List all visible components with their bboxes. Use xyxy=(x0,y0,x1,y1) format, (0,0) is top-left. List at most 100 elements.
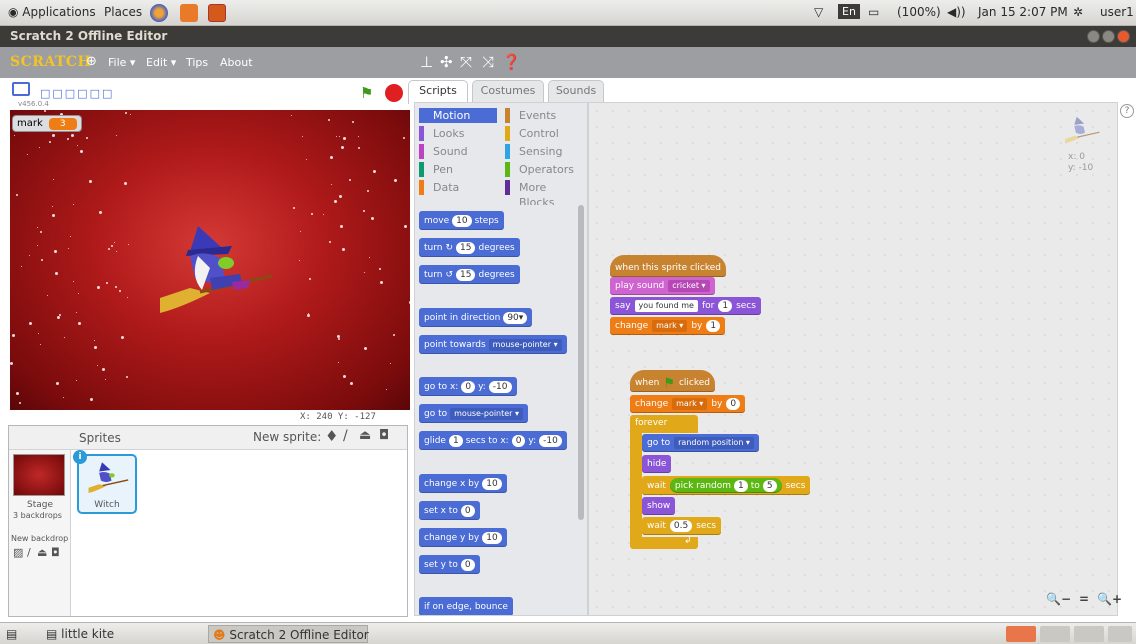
stop-icon[interactable] xyxy=(385,84,403,102)
keyboard-layout-indicator[interactable]: En xyxy=(838,4,860,19)
block-hide[interactable]: hide xyxy=(642,455,672,473)
block-change-variable[interactable]: change mark ▾ by 1 xyxy=(610,317,726,335)
block-input[interactable]: 5 xyxy=(762,479,777,492)
block-wait-random[interactable]: wait pick random 1 to 5 secs xyxy=(642,476,811,495)
close-button[interactable] xyxy=(1117,30,1130,43)
zoom-reset-icon[interactable]: = xyxy=(1079,592,1089,606)
block-point-towards[interactable]: point towards mouse-pointer ▾ xyxy=(419,335,567,354)
workspace-2[interactable] xyxy=(1040,626,1070,642)
block-dropdown[interactable]: mark ▾ xyxy=(652,320,688,332)
stage-thumbnail[interactable] xyxy=(13,454,65,496)
block-set-y[interactable]: set y to 0 xyxy=(419,555,480,574)
category-more-blocks[interactable]: More Blocks xyxy=(505,180,583,209)
block-input[interactable]: -10 xyxy=(488,380,512,393)
category-events[interactable]: Events xyxy=(505,108,583,123)
workspace-4[interactable] xyxy=(1108,626,1132,642)
help-tool-icon[interactable]: ❓ xyxy=(502,53,521,71)
minimize-button[interactable] xyxy=(1087,30,1100,43)
category-operators[interactable]: Operators xyxy=(505,162,583,177)
duplicate-tool-icon[interactable]: ⊥ xyxy=(420,53,433,71)
block-input[interactable]: -10 xyxy=(539,434,562,447)
block-input[interactable]: 10 xyxy=(452,214,472,227)
block-input[interactable]: 15 xyxy=(456,268,476,281)
clock[interactable]: Jan 15 2:07 PM xyxy=(978,5,1068,19)
block-input[interactable]: 0 xyxy=(460,504,475,517)
green-flag-icon[interactable]: ⚑ xyxy=(360,84,373,102)
block-input[interactable]: 0.5 xyxy=(669,520,693,532)
block-dropdown[interactable]: mouse-pointer ▾ xyxy=(488,338,562,351)
block-move-steps[interactable]: move 10 steps xyxy=(419,211,504,230)
palette-scrollbar[interactable] xyxy=(578,205,584,520)
places-menu[interactable]: Places xyxy=(104,5,142,19)
stage-canvas[interactable] xyxy=(10,110,410,410)
block-pick-random[interactable]: pick random 1 to 5 xyxy=(669,478,782,493)
paint-new-sprite-icon[interactable]: / xyxy=(343,428,348,444)
block-dropdown[interactable]: mark ▾ xyxy=(672,398,708,410)
settings-gear-icon[interactable]: ✲ xyxy=(1073,5,1083,19)
witch-sprite[interactable] xyxy=(150,218,280,323)
block-if-on-edge-bounce[interactable]: if on edge, bounce xyxy=(419,597,513,615)
block-input[interactable]: 1 xyxy=(448,434,463,447)
taskbar-item-scratch[interactable]: ☻ Scratch 2 Offline Editor xyxy=(208,625,369,643)
edit-menu[interactable]: Edit ▾ xyxy=(146,56,176,69)
network-icon[interactable]: ▽ xyxy=(814,5,823,19)
block-change-x[interactable]: change x by 10 xyxy=(419,474,507,493)
block-go-to-random[interactable]: go to random position ▾ xyxy=(642,434,759,452)
scratch-launcher-icon[interactable] xyxy=(208,4,226,22)
language-globe-icon[interactable]: ⊕ xyxy=(86,54,97,69)
zoom-in-icon[interactable]: 🔍+ xyxy=(1097,592,1122,606)
workspace-3[interactable] xyxy=(1074,626,1104,642)
taskbar-item-little-kite[interactable]: ▤ little kite xyxy=(42,625,114,643)
block-input[interactable]: 0 xyxy=(460,558,475,571)
category-motion[interactable]: Motion xyxy=(419,108,497,123)
block-dropdown[interactable]: random position ▾ xyxy=(674,437,754,449)
block-go-to-xy[interactable]: go to x: 0 y: -10 xyxy=(419,377,517,396)
block-when-flag-clicked[interactable]: when ⚑ clicked xyxy=(630,370,716,392)
block-input[interactable]: 15 xyxy=(456,241,476,254)
about-menu[interactable]: About xyxy=(220,56,253,69)
block-change-variable[interactable]: change mark ▾ by 0 xyxy=(630,395,746,413)
category-sensing[interactable]: Sensing xyxy=(505,144,583,159)
category-data[interactable]: Data xyxy=(419,180,497,195)
block-input[interactable]: 1 xyxy=(734,479,748,492)
block-go-to[interactable]: go to mouse-pointer ▾ xyxy=(419,404,529,423)
paint-backdrop-icon[interactable]: / xyxy=(27,546,31,559)
file-menu[interactable]: File ▾ xyxy=(108,56,135,69)
block-play-sound[interactable]: play sound cricket ▾ xyxy=(610,277,715,295)
block-show[interactable]: show xyxy=(642,497,676,515)
tab-scripts[interactable]: Scripts xyxy=(408,80,468,104)
battery-icon[interactable]: ▭ xyxy=(868,5,879,19)
block-forever[interactable]: forever xyxy=(630,415,698,433)
firefox-icon[interactable] xyxy=(150,4,168,22)
block-glide[interactable]: glide 1 secs to x: 0 y: -10 xyxy=(419,431,567,450)
upload-sprite-icon[interactable]: ⏏ xyxy=(359,428,371,443)
show-desktop-icon[interactable]: ▤ xyxy=(6,625,24,643)
block-dropdown[interactable]: mouse-pointer ▾ xyxy=(450,407,524,420)
camera-backdrop-icon[interactable]: ◘ xyxy=(51,546,60,559)
user-menu[interactable]: user1 xyxy=(1100,5,1134,19)
block-turn-clockwise[interactable]: turn ↻ 15 degrees xyxy=(419,238,520,257)
delete-tool-icon[interactable]: ✣ xyxy=(440,53,453,71)
presentation-mode-icon[interactable] xyxy=(12,82,30,96)
help-icon[interactable]: ? xyxy=(1120,104,1134,118)
workspace-1[interactable] xyxy=(1006,626,1036,642)
block-input[interactable]: 1 xyxy=(706,320,721,332)
tips-menu[interactable]: Tips xyxy=(186,56,208,69)
project-title-field[interactable]: □□□□□□ xyxy=(40,87,114,100)
block-input[interactable]: 0 xyxy=(726,398,741,410)
block-input[interactable]: 1 xyxy=(718,300,733,312)
category-pen[interactable]: Pen xyxy=(419,162,497,177)
block-input[interactable]: 0 xyxy=(461,380,476,393)
block-when-sprite-clicked[interactable]: when this sprite clicked xyxy=(610,255,727,277)
upload-backdrop-icon[interactable]: ⏏ xyxy=(37,546,47,559)
block-input[interactable]: you found me xyxy=(634,300,698,312)
choose-sprite-library-icon[interactable]: ♦ xyxy=(325,427,338,445)
tab-sounds[interactable]: Sounds xyxy=(548,80,604,102)
zoom-out-icon[interactable]: 🔍− xyxy=(1046,592,1071,606)
grow-tool-icon[interactable]: ⤧ xyxy=(460,53,472,71)
block-change-y[interactable]: change y by 10 xyxy=(419,528,507,547)
tab-costumes[interactable]: Costumes xyxy=(472,80,544,102)
volume-icon[interactable]: ◀)) xyxy=(947,5,966,19)
block-input[interactable]: 10 xyxy=(482,477,502,490)
applications-menu[interactable]: ◉ Applications xyxy=(8,5,96,19)
